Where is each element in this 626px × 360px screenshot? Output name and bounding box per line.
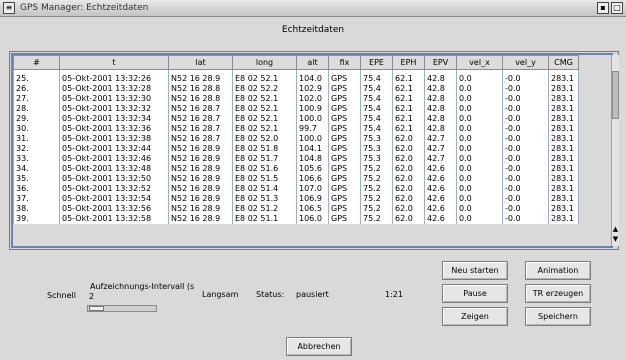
arrow-up-icon[interactable]: ▲: [612, 225, 619, 233]
window-title: GPS Manager: Echtzeitdaten: [20, 3, 149, 13]
page-title: Echtzeitdaten: [281, 25, 345, 35]
status-label: Status:: [256, 290, 285, 299]
save-button[interactable]: Speichern: [525, 307, 591, 326]
interval-value: 2: [89, 292, 95, 301]
restart-button[interactable]: Neu starten: [442, 261, 508, 280]
window-titlebar[interactable]: ≡ GPS Manager: Echtzeitdaten ▪ □: [0, 0, 626, 17]
scrollbar-thumb[interactable]: [612, 71, 619, 119]
slider-handle[interactable]: [89, 306, 104, 311]
iconify-icon[interactable]: ▪: [597, 2, 609, 14]
slow-label: Langsam: [202, 290, 239, 299]
pause-button[interactable]: Pause: [442, 284, 508, 303]
fast-label: Schnell: [47, 291, 76, 300]
status-value: pausiert: [296, 290, 329, 299]
interval-label: Aufzeichnungs-Intervall (s: [90, 282, 195, 291]
table-focus-outline: [11, 53, 613, 248]
interval-slider[interactable]: [87, 305, 157, 312]
animation-button[interactable]: Animation: [525, 261, 591, 280]
create-tr-button[interactable]: TR erzeugen: [525, 284, 591, 303]
maximize-icon[interactable]: □: [611, 2, 623, 14]
cancel-button[interactable]: Abbrechen: [286, 337, 352, 356]
vertical-scrollbar[interactable]: ▲ ▼: [611, 55, 619, 246]
window-menu-icon[interactable]: ≡: [3, 2, 15, 14]
elapsed-counter: 1:21: [385, 290, 403, 299]
arrow-down-icon[interactable]: ▼: [612, 235, 619, 243]
show-button[interactable]: Zeigen: [442, 307, 508, 326]
